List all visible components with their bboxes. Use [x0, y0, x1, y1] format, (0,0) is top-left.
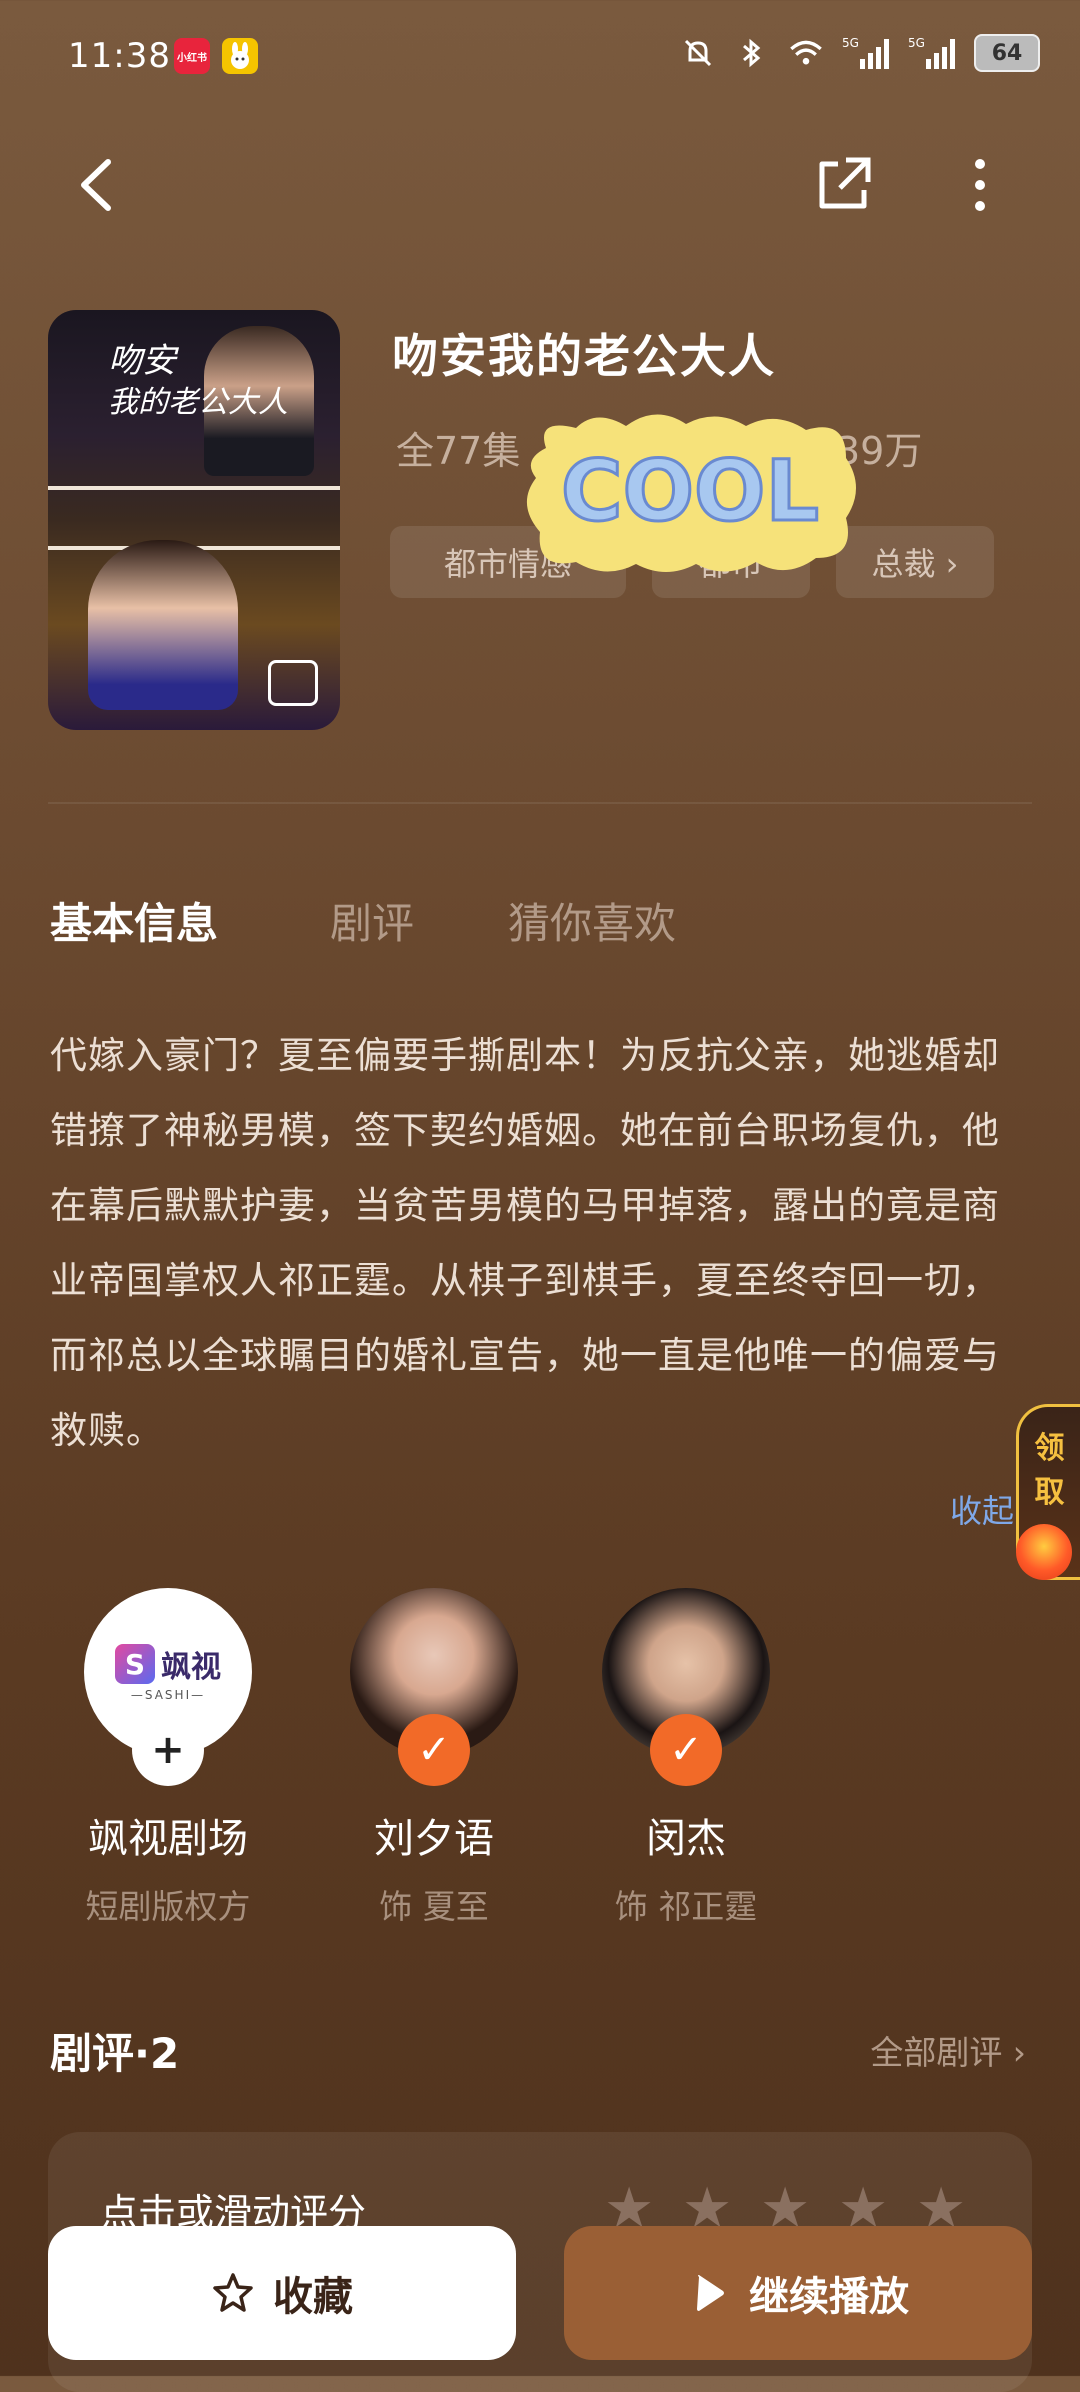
- xiaohongshu-app-icon: 小红书: [174, 38, 210, 74]
- continue-play-button[interactable]: 继续播放: [564, 2226, 1032, 2360]
- share-icon: [819, 157, 871, 209]
- synopsis-text: 代嫁入豪门？夏至偏要手撕剧本！为反抗父亲，她逃婚却错撩了神秘男模，签下契约婚姻。…: [50, 1034, 1000, 1452]
- studio-name: 飒视剧场: [88, 1816, 248, 1862]
- all-reviews-link[interactable]: 全部剧评 ›: [870, 2026, 1026, 2074]
- actor-name: 闵杰: [646, 1816, 726, 1862]
- poster-actress-image: [88, 540, 238, 710]
- poster-title: 吻安 我的老公大人: [108, 341, 288, 420]
- more-vertical-icon: [975, 159, 985, 211]
- poster-divider: [48, 486, 340, 490]
- cool-sticker: COOL: [516, 408, 864, 578]
- tab-recommendations[interactable]: 猜你喜欢: [508, 890, 676, 951]
- actress-name: 刘夕语: [374, 1816, 494, 1862]
- status-time: 11:38: [68, 36, 171, 76]
- wifi-icon: [788, 35, 824, 71]
- mute-bell-icon: [680, 35, 716, 71]
- follow-plus-icon[interactable]: +: [132, 1714, 204, 1786]
- play-icon: [697, 2275, 724, 2311]
- share-button[interactable]: [808, 150, 878, 220]
- star-outline-icon: [213, 2273, 253, 2312]
- svg-text:5G: 5G: [908, 36, 925, 50]
- more-options-button[interactable]: [960, 150, 1000, 220]
- reviews-section-title: 剧评·2: [50, 2029, 180, 2078]
- actress-role: 饰 夏至: [379, 1887, 489, 1926]
- signal-5g-icon-1: 5G: [842, 35, 890, 71]
- followed-check-icon[interactable]: ✓: [650, 1714, 722, 1786]
- back-arrow-icon: [81, 159, 111, 211]
- gallery-icon: [268, 660, 318, 706]
- tab-reviews[interactable]: 剧评: [330, 890, 414, 951]
- battery-indicator: 64: [974, 34, 1040, 72]
- sashi-logo-icon: S: [115, 1644, 155, 1684]
- show-title: 吻安我的老公大人: [392, 329, 776, 383]
- show-poster[interactable]: 吻安 我的老公大人: [48, 310, 340, 730]
- studio-role: 短剧版权方: [85, 1887, 251, 1926]
- favorite-button[interactable]: 收藏: [48, 2226, 516, 2360]
- collapse-button[interactable]: 收起: [950, 1486, 1014, 1532]
- episode-count: 全77集: [396, 429, 521, 473]
- bluetooth-icon: [734, 35, 770, 71]
- tab-basic-info[interactable]: 基本信息: [50, 890, 218, 951]
- signal-5g-icon-2: 5G: [908, 35, 956, 71]
- section-divider: [48, 802, 1032, 804]
- back-button[interactable]: [70, 150, 130, 220]
- followed-check-icon[interactable]: ✓: [398, 1714, 470, 1786]
- svg-text:5G: 5G: [842, 36, 859, 50]
- red-envelope-icon: [1016, 1524, 1072, 1580]
- svg-text:COOL: COOL: [561, 442, 819, 540]
- actor-role: 饰 祁正霆: [614, 1887, 758, 1926]
- rabbit-app-icon: [222, 38, 258, 74]
- status-icons: 5G 5G 64: [680, 34, 1040, 72]
